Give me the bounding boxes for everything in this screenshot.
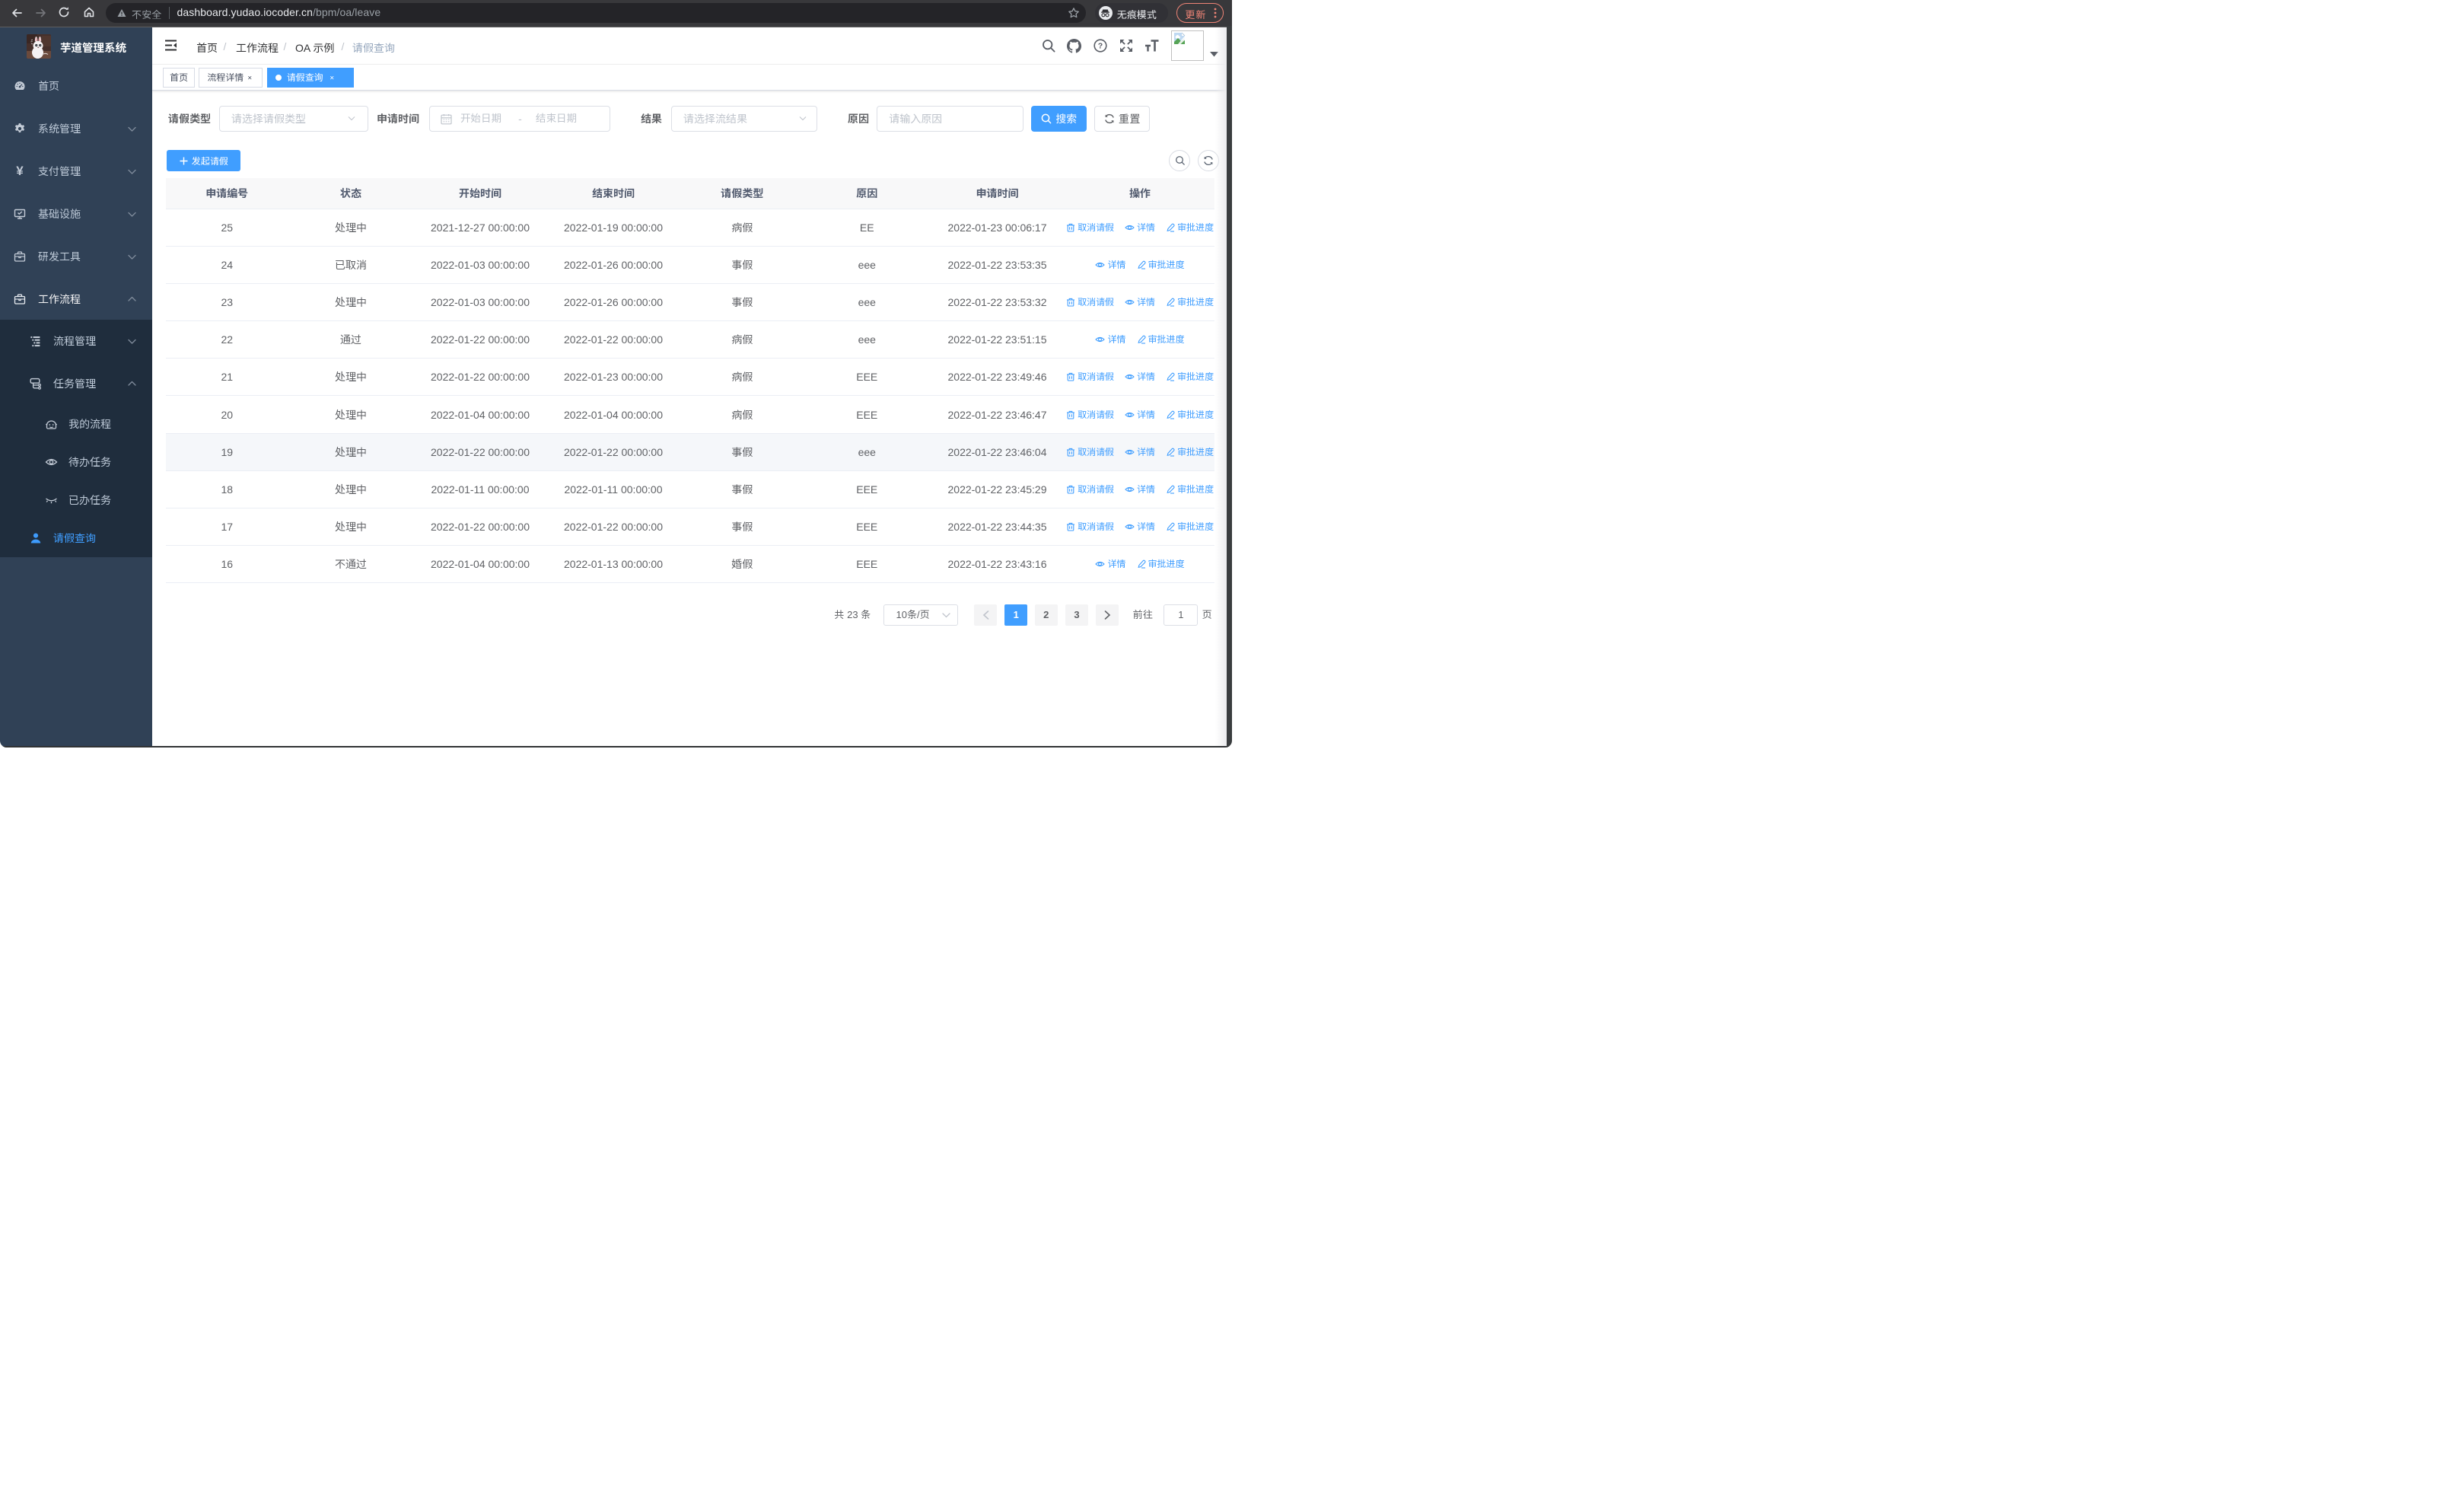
svg-text:?: ? (1097, 42, 1102, 51)
